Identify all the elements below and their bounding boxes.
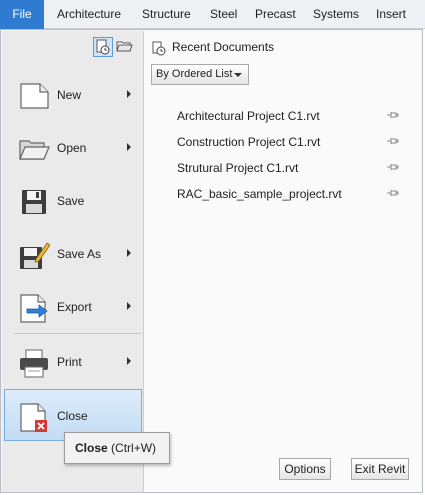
new-submenu-arrow-icon <box>127 90 131 98</box>
sort-order-dropdown[interactable]: By Ordered List <box>151 64 249 85</box>
open-documents-icon <box>116 41 133 52</box>
menu-separator <box>14 333 142 334</box>
open-command[interactable]: Open <box>5 122 143 174</box>
tab-architecture[interactable]: Architecture <box>57 0 121 29</box>
recent-document-item[interactable]: Construction Project C1.rvt <box>177 135 320 149</box>
export-submenu-arrow-icon <box>127 302 131 310</box>
pin-icon[interactable] <box>386 162 399 173</box>
recent-document-item[interactable]: RAC_basic_sample_project.rvt <box>177 187 342 201</box>
recent-documents-icon <box>96 39 110 55</box>
tab-insert[interactable]: Insert <box>376 0 406 29</box>
recent-document-item[interactable]: Strutural Project C1.rvt <box>177 161 298 175</box>
tab-file[interactable]: File <box>0 0 44 29</box>
options-button[interactable]: Options <box>279 458 331 480</box>
open-documents-mode-button[interactable] <box>115 37 135 57</box>
recent-documents-panel: Recent Documents By Ordered List Archite… <box>144 31 421 492</box>
tooltip-shortcut: (Ctrl+W) <box>111 441 157 455</box>
new-command[interactable]: New <box>5 69 143 121</box>
export-command[interactable]: Export <box>5 281 143 333</box>
pin-icon[interactable] <box>386 110 399 121</box>
open-folder-icon <box>19 140 50 160</box>
export-label: Export <box>57 300 92 314</box>
printer-icon <box>20 349 48 378</box>
save-disk-icon <box>22 190 46 214</box>
recent-documents-icon <box>152 41 166 56</box>
application-menu: New Open Save Save As Export Print Close… <box>0 29 423 493</box>
tab-steel[interactable]: Steel <box>210 0 237 29</box>
print-command[interactable]: Print <box>5 336 143 388</box>
command-list: New Open Save Save As Export Print Close <box>2 31 144 492</box>
export-icon <box>20 294 48 323</box>
save-command[interactable]: Save <box>5 175 143 227</box>
save-as-label: Save As <box>57 247 102 261</box>
recent-documents-title: Recent Documents <box>172 40 275 54</box>
close-tooltip: Close (Ctrl+W) <box>64 432 170 464</box>
ribbon-tab-bar: File Architecture Structure Steel Precas… <box>0 0 425 29</box>
open-submenu-arrow-icon <box>127 143 131 151</box>
tab-systems[interactable]: Systems <box>313 0 359 29</box>
save-as-icon <box>20 242 50 269</box>
print-label: Print <box>57 355 82 369</box>
recent-document-item[interactable]: Architectural Project C1.rvt <box>177 109 320 123</box>
tab-precast[interactable]: Precast <box>255 0 296 29</box>
exit-revit-button[interactable]: Exit Revit <box>351 458 409 480</box>
pin-icon[interactable] <box>386 136 399 147</box>
tab-structure[interactable]: Structure <box>142 0 191 29</box>
new-file-icon <box>20 83 49 109</box>
open-label: Open <box>57 141 87 155</box>
save-label: Save <box>57 194 85 208</box>
close-document-icon <box>20 403 47 432</box>
save-as-command[interactable]: Save As <box>5 228 143 280</box>
tooltip-command-name: Close <box>75 441 108 455</box>
print-submenu-arrow-icon <box>127 357 131 365</box>
recent-documents-mode-button[interactable] <box>93 37 113 57</box>
new-label: New <box>57 88 82 102</box>
pin-icon[interactable] <box>386 188 399 199</box>
save-as-submenu-arrow-icon <box>127 249 131 257</box>
chevron-down-icon <box>234 73 242 77</box>
sort-order-value: By Ordered List <box>156 68 233 80</box>
